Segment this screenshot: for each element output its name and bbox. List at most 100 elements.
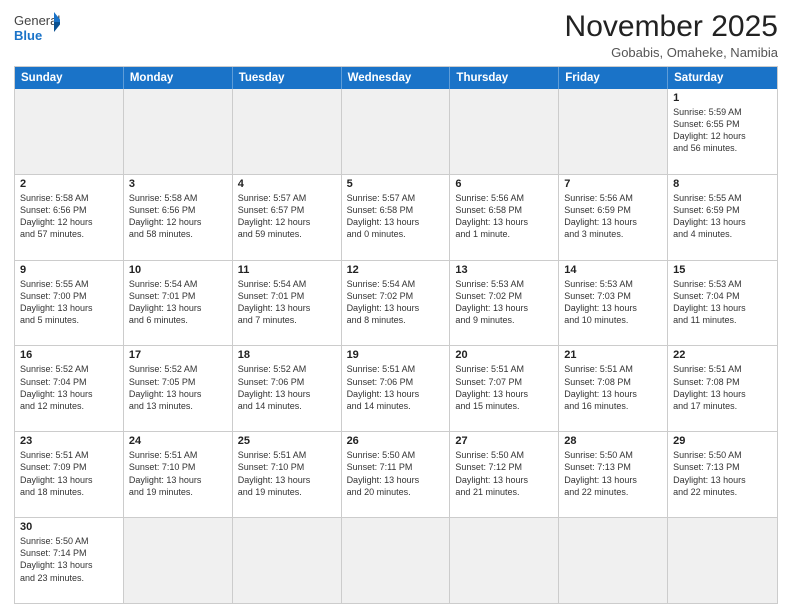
day-cell-26: 26 Sunrise: 5:50 AM Sunset: 7:11 PM Dayli… — [342, 432, 451, 517]
day-info-22: Sunrise: 5:51 AM Sunset: 7:08 PM Dayligh… — [673, 363, 772, 412]
svg-text:General: General — [14, 13, 60, 28]
day-number-24: 24 — [129, 435, 227, 447]
day-cell-14: 14 Sunrise: 5:53 AM Sunset: 7:03 PM Dayli… — [559, 261, 668, 346]
day-number-7: 7 — [564, 178, 662, 190]
day-info-21: Sunrise: 5:51 AM Sunset: 7:08 PM Dayligh… — [564, 363, 662, 412]
day-info-17: Sunrise: 5:52 AM Sunset: 7:05 PM Dayligh… — [129, 363, 227, 412]
day-number-20: 20 — [455, 349, 553, 361]
day-cell-21: 21 Sunrise: 5:51 AM Sunset: 7:08 PM Dayli… — [559, 346, 668, 431]
day-cell-25: 25 Sunrise: 5:51 AM Sunset: 7:10 PM Dayli… — [233, 432, 342, 517]
day-number-12: 12 — [347, 264, 445, 276]
calendar: SundayMondayTuesdayWednesdayThursdayFrid… — [14, 66, 778, 604]
day-number-15: 15 — [673, 264, 772, 276]
day-info-28: Sunrise: 5:50 AM Sunset: 7:13 PM Dayligh… — [564, 449, 662, 498]
day-info-2: Sunrise: 5:58 AM Sunset: 6:56 PM Dayligh… — [20, 192, 118, 241]
day-number-19: 19 — [347, 349, 445, 361]
day-number-26: 26 — [347, 435, 445, 447]
day-number-5: 5 — [347, 178, 445, 190]
calendar-row-5: 30Sunrise: 5:50 AM Sunset: 7:14 PM Dayli… — [15, 518, 777, 603]
header-day-tuesday: Tuesday — [233, 67, 342, 89]
day-info-15: Sunrise: 5:53 AM Sunset: 7:04 PM Dayligh… — [673, 278, 772, 327]
day-info-26: Sunrise: 5:50 AM Sunset: 7:11 PM Dayligh… — [347, 449, 445, 498]
day-number-16: 16 — [20, 349, 118, 361]
empty-cell-5-6 — [668, 518, 777, 603]
day-cell-13: 13 Sunrise: 5:53 AM Sunset: 7:02 PM Dayli… — [450, 261, 559, 346]
header: General Blue November 2025 Gobabis, Omah… — [14, 10, 778, 60]
day-cell-6: 6Sunrise: 5:56 AM Sunset: 6:58 PM Daylig… — [450, 175, 559, 260]
day-number-4: 4 — [238, 178, 336, 190]
day-cell-29: 29Sunrise: 5:50 AM Sunset: 7:13 PM Dayli… — [668, 432, 777, 517]
header-day-thursday: Thursday — [450, 67, 559, 89]
logo: General Blue — [14, 10, 60, 46]
day-cell-27: 27Sunrise: 5:50 AM Sunset: 7:12 PM Dayli… — [450, 432, 559, 517]
day-number-3: 3 — [129, 178, 227, 190]
empty-cell-0-3 — [342, 89, 451, 174]
header-day-saturday: Saturday — [668, 67, 777, 89]
header-day-friday: Friday — [559, 67, 668, 89]
day-cell-11: 11 Sunrise: 5:54 AM Sunset: 7:01 PM Dayli… — [233, 261, 342, 346]
day-info-13: Sunrise: 5:53 AM Sunset: 7:02 PM Dayligh… — [455, 278, 553, 327]
calendar-body: 1 Sunrise: 5:59 AM Sunset: 6:55 PM Daylig… — [15, 89, 777, 603]
day-info-14: Sunrise: 5:53 AM Sunset: 7:03 PM Dayligh… — [564, 278, 662, 327]
empty-cell-0-4 — [450, 89, 559, 174]
day-info-12: Sunrise: 5:54 AM Sunset: 7:02 PM Dayligh… — [347, 278, 445, 327]
day-info-9: Sunrise: 5:55 AM Sunset: 7:00 PM Dayligh… — [20, 278, 118, 327]
day-info-23: Sunrise: 5:51 AM Sunset: 7:09 PM Dayligh… — [20, 449, 118, 498]
month-title: November 2025 — [565, 10, 778, 43]
empty-cell-0-0 — [15, 89, 124, 174]
day-number-28: 28 — [564, 435, 662, 447]
day-info-11: Sunrise: 5:54 AM Sunset: 7:01 PM Dayligh… — [238, 278, 336, 327]
day-cell-20: 20 Sunrise: 5:51 AM Sunset: 7:07 PM Dayli… — [450, 346, 559, 431]
calendar-row-1: 2Sunrise: 5:58 AM Sunset: 6:56 PM Daylig… — [15, 175, 777, 261]
day-cell-7: 7 Sunrise: 5:56 AM Sunset: 6:59 PM Daylig… — [559, 175, 668, 260]
header-day-wednesday: Wednesday — [342, 67, 451, 89]
day-cell-19: 19 Sunrise: 5:51 AM Sunset: 7:06 PM Dayli… — [342, 346, 451, 431]
day-cell-28: 28 Sunrise: 5:50 AM Sunset: 7:13 PM Dayli… — [559, 432, 668, 517]
empty-cell-0-5 — [559, 89, 668, 174]
day-cell-8: 8 Sunrise: 5:55 AM Sunset: 6:59 PM Daylig… — [668, 175, 777, 260]
day-info-25: Sunrise: 5:51 AM Sunset: 7:10 PM Dayligh… — [238, 449, 336, 498]
day-number-21: 21 — [564, 349, 662, 361]
day-cell-4: 4 Sunrise: 5:57 AM Sunset: 6:57 PM Daylig… — [233, 175, 342, 260]
empty-cell-0-1 — [124, 89, 233, 174]
day-info-4: Sunrise: 5:57 AM Sunset: 6:57 PM Dayligh… — [238, 192, 336, 241]
day-number-14: 14 — [564, 264, 662, 276]
day-number-30: 30 — [20, 521, 118, 533]
day-number-18: 18 — [238, 349, 336, 361]
calendar-header-row: SundayMondayTuesdayWednesdayThursdayFrid… — [15, 67, 777, 89]
day-cell-15: 15 Sunrise: 5:53 AM Sunset: 7:04 PM Dayli… — [668, 261, 777, 346]
day-info-7: Sunrise: 5:56 AM Sunset: 6:59 PM Dayligh… — [564, 192, 662, 241]
day-cell-22: 22Sunrise: 5:51 AM Sunset: 7:08 PM Dayli… — [668, 346, 777, 431]
day-number-11: 11 — [238, 264, 336, 276]
day-number-1: 1 — [673, 92, 772, 104]
empty-cell-5-2 — [233, 518, 342, 603]
day-number-9: 9 — [20, 264, 118, 276]
day-cell-24: 24 Sunrise: 5:51 AM Sunset: 7:10 PM Dayli… — [124, 432, 233, 517]
day-number-8: 8 — [673, 178, 772, 190]
day-info-24: Sunrise: 5:51 AM Sunset: 7:10 PM Dayligh… — [129, 449, 227, 498]
day-number-27: 27 — [455, 435, 553, 447]
day-cell-18: 18 Sunrise: 5:52 AM Sunset: 7:06 PM Dayli… — [233, 346, 342, 431]
day-info-29: Sunrise: 5:50 AM Sunset: 7:13 PM Dayligh… — [673, 449, 772, 498]
day-info-8: Sunrise: 5:55 AM Sunset: 6:59 PM Dayligh… — [673, 192, 772, 241]
day-number-13: 13 — [455, 264, 553, 276]
day-number-23: 23 — [20, 435, 118, 447]
day-info-3: Sunrise: 5:58 AM Sunset: 6:56 PM Dayligh… — [129, 192, 227, 241]
empty-cell-0-2 — [233, 89, 342, 174]
day-number-6: 6 — [455, 178, 553, 190]
day-cell-1: 1 Sunrise: 5:59 AM Sunset: 6:55 PM Daylig… — [668, 89, 777, 174]
day-info-19: Sunrise: 5:51 AM Sunset: 7:06 PM Dayligh… — [347, 363, 445, 412]
day-cell-3: 3 Sunrise: 5:58 AM Sunset: 6:56 PM Daylig… — [124, 175, 233, 260]
day-info-1: Sunrise: 5:59 AM Sunset: 6:55 PM Dayligh… — [673, 106, 772, 155]
calendar-row-3: 16 Sunrise: 5:52 AM Sunset: 7:04 PM Dayli… — [15, 346, 777, 432]
day-number-10: 10 — [129, 264, 227, 276]
day-cell-12: 12 Sunrise: 5:54 AM Sunset: 7:02 PM Dayli… — [342, 261, 451, 346]
day-cell-2: 2Sunrise: 5:58 AM Sunset: 6:56 PM Daylig… — [15, 175, 124, 260]
day-info-16: Sunrise: 5:52 AM Sunset: 7:04 PM Dayligh… — [20, 363, 118, 412]
day-number-17: 17 — [129, 349, 227, 361]
day-number-25: 25 — [238, 435, 336, 447]
day-info-18: Sunrise: 5:52 AM Sunset: 7:06 PM Dayligh… — [238, 363, 336, 412]
header-day-sunday: Sunday — [15, 67, 124, 89]
day-info-20: Sunrise: 5:51 AM Sunset: 7:07 PM Dayligh… — [455, 363, 553, 412]
logo-svg: General Blue — [14, 10, 60, 46]
